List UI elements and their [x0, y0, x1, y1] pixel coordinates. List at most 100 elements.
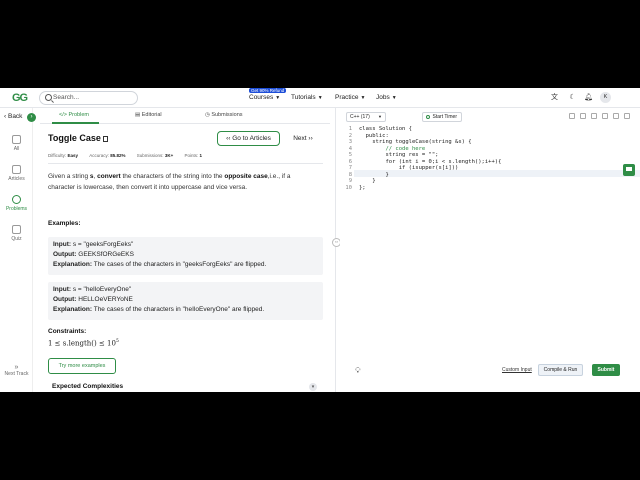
- code-line: string res = "";: [359, 152, 439, 158]
- code-line: }: [359, 171, 389, 178]
- line-number: 7: [348, 165, 352, 171]
- output-label: Output:: [53, 251, 77, 258]
- problem-title: Toggle Case: [48, 133, 108, 143]
- try-more-examples-button[interactable]: Try more examples: [48, 358, 116, 374]
- submissions-label: Submissions:: [136, 153, 164, 158]
- rail-item-label: Articles: [8, 176, 25, 182]
- more-icon[interactable]: [624, 113, 630, 119]
- active-tab-indicator: [52, 122, 99, 124]
- explanation-label: Explanation:: [53, 306, 93, 313]
- constraint-text: 1 ≤ s.length() ≤ 105: [48, 339, 119, 347]
- bell-icon[interactable]: 🔔︎: [584, 93, 593, 102]
- nav-jobs[interactable]: Jobs ▼: [376, 94, 397, 101]
- difficulty-label: Difficulty:: [48, 153, 67, 158]
- accuracy-value: 85.82%: [110, 153, 126, 158]
- input-label: Input:: [53, 241, 72, 248]
- left-rail: ‹ Back › All Articles Problems Quiz » Nex…: [0, 108, 36, 392]
- start-timer-label: Start Timer: [432, 114, 457, 120]
- back-button[interactable]: ‹ Back: [4, 113, 22, 120]
- submit-button[interactable]: Submit: [592, 364, 620, 376]
- tab-label: Submissions: [211, 112, 243, 118]
- back-label: Back: [7, 113, 23, 120]
- code-line: class Solution {: [359, 126, 412, 132]
- output-label: Output:: [53, 296, 77, 303]
- custom-input-link[interactable]: Custom Input: [502, 367, 532, 373]
- example-explanation: Explanation: The cases of the characters…: [53, 261, 266, 268]
- settings-icon[interactable]: [602, 113, 608, 119]
- code-line: for (int i = 0;i < s.length();i++){: [359, 158, 502, 165]
- nav-tutorials[interactable]: Tutorials ▼: [291, 94, 323, 101]
- output-value: HELLOeVERYoNE: [78, 296, 133, 303]
- panel-divider: [335, 108, 336, 392]
- example-input: Input: s = "heIloEveryOne": [53, 286, 131, 293]
- rail-item-next-track[interactable]: » Next Track: [0, 364, 33, 377]
- lightbulb-icon[interactable]: 💡︎: [355, 366, 361, 376]
- tab-editorial[interactable]: ▤ Editorial: [135, 112, 162, 118]
- chevron-down-icon: ▼: [360, 95, 366, 101]
- search-box[interactable]: Search...: [39, 91, 138, 105]
- difficulty-value: Easy: [67, 153, 78, 158]
- tab-submissions[interactable]: ◷ Submissions: [205, 112, 243, 118]
- code-line: if (isupper(s[i])): [359, 165, 459, 171]
- example-box: Input: s = "geeksForgEeks" Output: GEEKS…: [48, 237, 323, 275]
- compile-run-button[interactable]: Compile & Run: [538, 364, 583, 376]
- rail-item-problems[interactable]: Problems: [0, 195, 33, 212]
- line-number: 6: [348, 158, 352, 165]
- output-value: GEEKSfORGeEKS: [78, 251, 134, 258]
- nav-courses[interactable]: Courses ▼: [249, 94, 280, 101]
- code-line: public:: [359, 132, 389, 139]
- fullscreen-icon[interactable]: [613, 113, 619, 119]
- tab-label: Editorial: [141, 112, 162, 118]
- nav-tutorials-label: Tutorials: [291, 94, 316, 101]
- code-area[interactable]: 1 2 3 4 5 6 7 8 9 10 class Solution { pu…: [340, 126, 640, 306]
- language-value: C++ (17): [350, 114, 370, 120]
- go-to-articles-button[interactable]: ‹‹ Go to Articles: [217, 131, 280, 146]
- avatar[interactable]: K: [600, 92, 611, 103]
- tab-label: Problem: [68, 112, 89, 118]
- rail-item-label: All: [13, 146, 20, 152]
- desc-emphasis: convert: [97, 173, 121, 180]
- chat-icon[interactable]: [623, 164, 635, 176]
- points-label: Points:: [184, 153, 199, 158]
- rail-item-quiz[interactable]: Quiz: [0, 225, 33, 242]
- language-select[interactable]: C++ (17) ▼: [346, 112, 386, 122]
- reset-icon[interactable]: [591, 113, 597, 119]
- site-logo[interactable]: GG: [12, 92, 28, 104]
- nav-practice-label: Practice: [335, 94, 359, 101]
- nav-practice[interactable]: Practice ▼: [335, 94, 365, 101]
- expected-complexities-heading[interactable]: Expected Complexities: [52, 383, 123, 390]
- redo-icon[interactable]: [580, 113, 586, 119]
- code-line: // code here: [359, 145, 426, 152]
- code-line: }: [359, 178, 376, 184]
- code-line: string toggleCase(string &s) {: [359, 139, 472, 145]
- desc-emphasis: opposite case: [224, 173, 268, 180]
- line-number: 9: [348, 178, 352, 184]
- chevron-down-icon: ▼: [317, 95, 323, 101]
- example-explanation: Explanation: The cases of the characters…: [53, 306, 264, 313]
- explanation-value: The cases of the characters in "geeksFor…: [93, 261, 267, 268]
- start-timer-button[interactable]: Start Timer: [422, 112, 462, 122]
- dark-mode-icon[interactable]: ☾: [568, 93, 577, 102]
- rail-item-all[interactable]: All: [0, 135, 33, 152]
- collapse-toggle-icon[interactable]: ›: [27, 113, 36, 122]
- code-line: };: [359, 184, 366, 191]
- divider: [48, 163, 323, 164]
- bookmark-icon[interactable]: [102, 135, 108, 142]
- problem-title-text: Toggle Case: [48, 133, 101, 143]
- chevron-down-icon: ▼: [391, 95, 397, 101]
- go-to-articles-label: Go to Articles: [232, 135, 271, 142]
- tab-problem[interactable]: </> Problem: [59, 112, 89, 118]
- rail-item-label: Problems: [5, 206, 28, 212]
- rail-item-label: Next Track: [4, 371, 29, 377]
- example-input: Input: s = "geeksForgEeks": [53, 241, 133, 248]
- top-navbar: GG Search... Get 90% Refund Courses ▼ Tut…: [0, 88, 640, 108]
- undo-icon[interactable]: [569, 113, 575, 119]
- promo-badge: Get 90% Refund: [249, 88, 287, 93]
- rail-item-label: Quiz: [11, 236, 22, 242]
- search-input[interactable]: Search...: [53, 94, 79, 101]
- line-number: 10: [345, 184, 352, 191]
- next-button[interactable]: Next ››: [284, 131, 322, 146]
- translate-icon[interactable]: 文: [550, 93, 559, 102]
- chevron-down-icon[interactable]: ▾: [309, 383, 317, 391]
- rail-item-articles[interactable]: Articles: [0, 165, 33, 182]
